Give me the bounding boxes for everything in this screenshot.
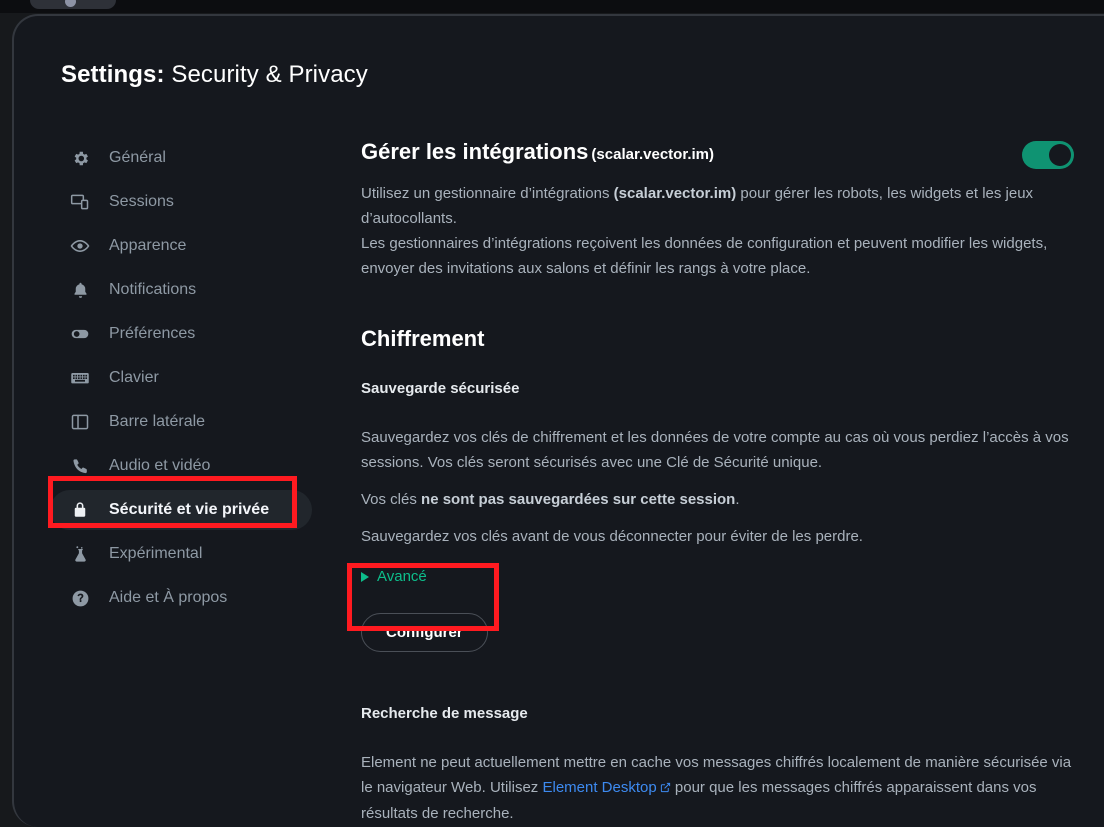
sidebar-item-label: Aide et À propos xyxy=(109,589,228,606)
sidebar-item-label: Clavier xyxy=(109,369,159,386)
sidebar-item-label: Notifications xyxy=(109,281,197,298)
gear-icon xyxy=(70,148,90,168)
element-desktop-link-label: Element Desktop xyxy=(542,779,657,796)
page-title: Settings: Security & Privacy xyxy=(61,60,368,90)
integrations-heading-suffix: (scalar.vector.im) xyxy=(591,146,714,163)
sidebar-item-sessions[interactable]: Sessions xyxy=(50,182,312,222)
eye-icon xyxy=(70,236,90,256)
sidebar-item-keyboard[interactable]: Clavier xyxy=(50,358,312,398)
sidebar-item-general[interactable]: Général xyxy=(50,138,312,178)
configure-button[interactable]: Configurer xyxy=(361,613,488,652)
sidebar-item-help-about[interactable]: Aide et À propos xyxy=(50,578,312,618)
configure-button-wrapper: Configurer xyxy=(361,587,1074,652)
backdrop-topbar xyxy=(0,0,1104,13)
integrations-description-1: Utilisez un gestionnaire d’intégrations … xyxy=(361,181,1074,231)
devices-icon xyxy=(70,192,90,212)
integrations-heading-row: Gérer les intégrations (scalar.vector.im) xyxy=(361,138,1074,169)
backup-p2-bold: ne sont pas sauvegardées sur cette sessi… xyxy=(421,491,736,508)
sidebar-item-security-privacy[interactable]: Sécurité et vie privée xyxy=(50,490,312,530)
question-mark-icon xyxy=(70,588,90,608)
secure-backup-subheading: Sauvegarde sécurisée xyxy=(361,380,520,397)
sidebar-item-label: Audio et vidéo xyxy=(109,457,211,474)
element-desktop-link[interactable]: Element Desktop xyxy=(542,779,670,796)
sidebar-item-audio-video[interactable]: Audio et vidéo xyxy=(50,446,312,486)
settings-dialog: Settings: Security & Privacy Général Ses… xyxy=(12,14,1104,827)
toggle-icon xyxy=(70,324,90,344)
secure-backup-paragraph-2: Vos clés ne sont pas sauvegardées sur ce… xyxy=(361,487,1074,512)
phone-icon xyxy=(70,456,90,476)
encryption-heading: Chiffrement xyxy=(361,326,485,351)
flask-icon xyxy=(70,544,90,564)
integrations-toggle[interactable] xyxy=(1022,141,1074,169)
sidebar-item-label: Barre latérale xyxy=(109,413,206,430)
sidebar-item-notifications[interactable]: Notifications xyxy=(50,270,312,310)
integrations-desc-bold: (scalar.vector.im) xyxy=(613,185,737,202)
sidebar-item-label: Apparence xyxy=(109,237,187,254)
page-title-prefix: Settings: xyxy=(61,61,165,88)
bell-icon xyxy=(70,280,90,300)
advanced-disclosure-link[interactable]: Avancé xyxy=(361,567,427,587)
sidebar-item-appearance[interactable]: Apparence xyxy=(50,226,312,266)
integrations-toggle-knob xyxy=(1049,144,1071,166)
sidebar-icon xyxy=(70,412,90,432)
secure-backup-paragraph-1: Sauvegardez vos clés de chiffrement et l… xyxy=(361,429,1069,471)
sidebar-item-label: Général xyxy=(109,149,166,166)
secure-backup-paragraph-3: Sauvegardez vos clés avant de vous décon… xyxy=(361,528,863,545)
page-title-suffix: Security & Privacy xyxy=(164,61,368,88)
settings-content: Gérer les intégrations (scalar.vector.im)… xyxy=(361,138,1074,826)
integrations-description-2: Les gestionnaires d’intégrations reçoive… xyxy=(361,235,1048,277)
sidebar-item-preferences[interactable]: Préférences xyxy=(50,314,312,354)
sidebar-item-label: Sécurité et vie privée xyxy=(109,501,270,518)
integrations-section: Gérer les intégrations (scalar.vector.im)… xyxy=(361,138,1074,281)
backup-p2-prefix: Vos clés xyxy=(361,491,422,508)
message-search-paragraph: Element ne peut actuellement mettre en c… xyxy=(361,750,1074,826)
encryption-section: Chiffrement Sauvegarde sécurisée Sauvega… xyxy=(361,325,1074,826)
external-link-icon xyxy=(660,776,671,801)
integrations-heading-text: Gérer les intégrations xyxy=(361,139,589,164)
advanced-label: Avancé xyxy=(377,568,427,585)
message-search-subheading: Recherche de message xyxy=(361,705,528,722)
sidebar-item-sidebar[interactable]: Barre latérale xyxy=(50,402,312,442)
lock-icon xyxy=(70,500,90,520)
sidebar-item-experimental[interactable]: Expérimental xyxy=(50,534,312,574)
sidebar-item-label: Sessions xyxy=(109,193,174,210)
integrations-heading: Gérer les intégrations (scalar.vector.im) xyxy=(361,138,714,169)
backup-p2-suffix: . xyxy=(735,491,740,508)
sidebar-item-label: Préférences xyxy=(109,325,196,342)
keyboard-icon xyxy=(70,368,90,388)
sidebar-item-label: Expérimental xyxy=(109,545,203,562)
caret-right-icon xyxy=(361,572,369,582)
integrations-desc-part1: Utilisez un gestionnaire d’intégrations xyxy=(361,185,614,202)
settings-sidebar: Général Sessions Apparence Notifications xyxy=(50,138,312,622)
